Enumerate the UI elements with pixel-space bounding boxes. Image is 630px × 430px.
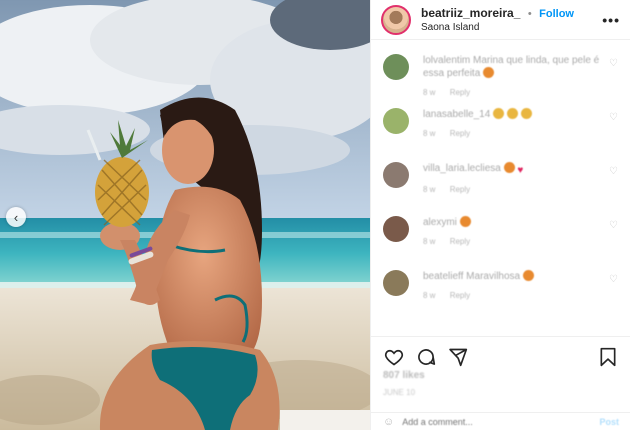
post-side-panel: beatriiz_moreira_ • Follow Saona Island … bbox=[370, 0, 630, 430]
emoji-icon bbox=[503, 162, 515, 173]
list-item: villa_laria.lecliesa ♥ 8 w Reply ♡ bbox=[371, 162, 630, 216]
emoji-icon bbox=[493, 108, 505, 119]
like-comment-icon[interactable]: ♡ bbox=[609, 58, 618, 69]
comment-text: alexymi bbox=[423, 216, 609, 229]
comment-text: beatelieff Maravilhosa bbox=[423, 270, 609, 283]
previous-photo-button[interactable]: ‹ bbox=[6, 207, 26, 227]
comment-meta: 8 w Reply bbox=[423, 237, 609, 246]
emoji-icon bbox=[506, 108, 518, 119]
list-item: lanasabelle_14 8 w Reply ♡ bbox=[371, 108, 630, 162]
add-comment-bar: ☺ Post bbox=[371, 412, 630, 430]
bookmark-icon bbox=[600, 347, 616, 366]
emoji-icon bbox=[520, 108, 532, 119]
comment-text: villa_laria.lecliesa ♥ bbox=[423, 162, 524, 176]
beach-photo bbox=[0, 0, 370, 430]
heart-icon bbox=[384, 349, 404, 365]
comment-button[interactable] bbox=[415, 346, 437, 368]
post-photo[interactable]: ‹ bbox=[0, 0, 370, 430]
avatar[interactable] bbox=[383, 270, 409, 296]
avatar[interactable] bbox=[383, 108, 409, 134]
reply-button[interactable]: Reply bbox=[450, 291, 470, 300]
like-comment-icon[interactable]: ♡ bbox=[609, 166, 618, 177]
comment-time: 8 w bbox=[423, 237, 436, 246]
emoji-icon bbox=[522, 270, 534, 281]
more-options-icon[interactable]: ••• bbox=[602, 12, 620, 28]
share-button[interactable] bbox=[447, 346, 469, 368]
post-date: JUNE 10 bbox=[383, 388, 416, 397]
reply-button[interactable]: Reply bbox=[450, 88, 470, 97]
comment-time: 8 w bbox=[423, 185, 436, 194]
comments-list[interactable]: lolvalentim Marina que linda, que pele é… bbox=[371, 40, 630, 332]
comment-body: beatelieff Maravilhosa 8 w Reply bbox=[423, 270, 609, 300]
comment-meta: 8 w Reply bbox=[423, 185, 609, 194]
comment-body: villa_laria.lecliesa ♥ 8 w Reply bbox=[423, 162, 609, 194]
header-text: beatriiz_moreira_ • Follow Saona Island bbox=[421, 6, 602, 34]
post-button[interactable]: Post bbox=[599, 417, 619, 427]
comment-icon bbox=[418, 348, 436, 365]
list-item: alexymi 8 w Reply ♡ bbox=[371, 216, 630, 270]
username-link[interactable]: beatriiz_moreira_ bbox=[421, 6, 520, 20]
like-comment-icon[interactable]: ♡ bbox=[609, 112, 618, 123]
reply-button[interactable]: Reply bbox=[450, 237, 470, 246]
follow-button[interactable]: Follow bbox=[539, 8, 574, 20]
comment-input[interactable] bbox=[402, 416, 600, 427]
comment-time: 8 w bbox=[423, 129, 436, 138]
avatar[interactable] bbox=[383, 54, 409, 80]
comment-body: lanasabelle_14 8 w Reply bbox=[423, 108, 609, 138]
like-comment-icon[interactable]: ♡ bbox=[609, 220, 618, 231]
comment-meta: 8 w Reply bbox=[423, 88, 609, 97]
heart-emoji-icon: ♥ bbox=[517, 165, 524, 176]
emoji-icon bbox=[483, 67, 495, 78]
save-button[interactable] bbox=[597, 346, 619, 368]
separator-dot: • bbox=[527, 7, 532, 20]
emoji-icon bbox=[459, 216, 471, 227]
comment-text: lanasabelle_14 bbox=[423, 108, 609, 121]
chevron-left-icon: ‹ bbox=[13, 209, 19, 225]
avatar[interactable] bbox=[383, 162, 409, 188]
comment-meta: 8 w Reply bbox=[423, 291, 609, 300]
avatar[interactable] bbox=[383, 216, 409, 242]
comment-time: 8 w bbox=[423, 88, 436, 97]
list-item: lolvalentim Marina que linda, que pele é… bbox=[371, 54, 630, 108]
location-link[interactable]: Saona Island bbox=[421, 21, 602, 34]
comment-time: 8 w bbox=[423, 291, 436, 300]
likes-count[interactable]: 807 likes bbox=[383, 370, 425, 381]
list-item: beatelieff Maravilhosa 8 w Reply ♡ bbox=[371, 270, 630, 324]
like-button[interactable] bbox=[383, 346, 405, 368]
comment-body: alexymi 8 w Reply bbox=[423, 216, 609, 246]
like-comment-icon[interactable]: ♡ bbox=[609, 274, 618, 285]
comment-text: lolvalentim Marina que linda, que pele é… bbox=[423, 55, 600, 79]
reply-button[interactable]: Reply bbox=[450, 129, 470, 138]
comment-body: lolvalentim Marina que linda, que pele é… bbox=[423, 54, 609, 97]
emoji-picker-icon[interactable]: ☺ bbox=[383, 416, 394, 428]
post-header: beatriiz_moreira_ • Follow Saona Island … bbox=[371, 0, 630, 40]
reply-button[interactable]: Reply bbox=[450, 185, 470, 194]
avatar[interactable] bbox=[381, 4, 411, 35]
comment-meta: 8 w Reply bbox=[423, 129, 609, 138]
share-icon bbox=[449, 348, 468, 366]
